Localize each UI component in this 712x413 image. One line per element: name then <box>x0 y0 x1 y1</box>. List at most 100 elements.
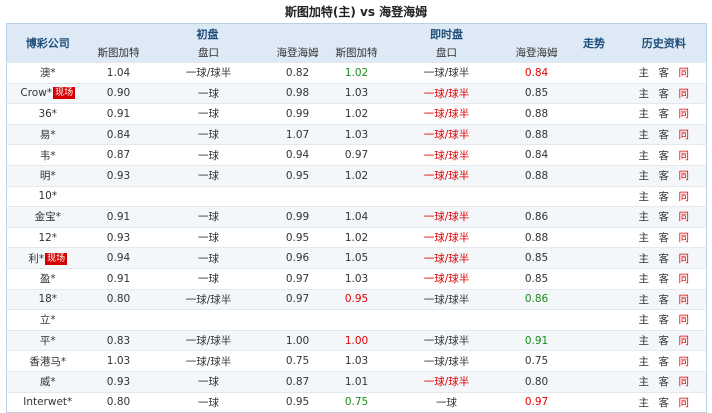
company-name[interactable]: 利* <box>28 253 44 265</box>
history-same-link[interactable]: 同 <box>674 292 694 307</box>
company-cell[interactable]: 利* 现场 <box>6 247 89 269</box>
history-away-link[interactable]: 客 <box>654 86 674 101</box>
history-away-link[interactable]: 客 <box>654 168 674 183</box>
history-away-link[interactable]: 客 <box>654 312 674 327</box>
history-home-link[interactable]: 主 <box>634 395 654 410</box>
history-away-link[interactable]: 客 <box>654 292 674 307</box>
company-name[interactable]: 易* <box>40 129 56 141</box>
history-home-link[interactable]: 主 <box>634 127 654 142</box>
company-cell[interactable]: 金宝* <box>6 206 89 228</box>
history-same-link[interactable]: 同 <box>674 374 694 389</box>
company-cell[interactable]: 香港马* <box>6 350 89 372</box>
history-same-link[interactable]: 同 <box>674 86 694 101</box>
history-same-link[interactable]: 同 <box>674 395 694 410</box>
history-home-link[interactable]: 主 <box>634 374 654 389</box>
company-cell[interactable]: 韦* <box>6 144 89 166</box>
history-away-link[interactable]: 客 <box>654 148 674 163</box>
history-away-link[interactable]: 客 <box>654 65 674 80</box>
trend-cell[interactable] <box>566 206 622 228</box>
history-home-link[interactable]: 主 <box>634 189 654 204</box>
trend-cell[interactable] <box>566 226 622 248</box>
history-home-link[interactable]: 主 <box>634 65 654 80</box>
history-away-link[interactable]: 客 <box>654 189 674 204</box>
company-cell[interactable]: 平* <box>6 329 89 351</box>
history-away-link[interactable]: 客 <box>654 374 674 389</box>
company-cell[interactable]: 盈* <box>6 267 89 290</box>
history-away-link[interactable]: 客 <box>654 209 674 224</box>
company-cell[interactable]: Crow* 现场 <box>6 82 89 104</box>
trend-cell[interactable] <box>566 82 622 104</box>
trend-cell[interactable] <box>566 62 622 84</box>
company-cell[interactable]: 36* <box>6 103 89 125</box>
history-home-link[interactable]: 主 <box>634 354 654 369</box>
trend-cell[interactable] <box>566 288 622 310</box>
history-same-link[interactable]: 同 <box>674 209 694 224</box>
trend-cell[interactable] <box>566 123 622 145</box>
history-away-link[interactable]: 客 <box>654 230 674 245</box>
company-cell[interactable]: Interwet* <box>6 391 89 413</box>
company-name[interactable]: 澳* <box>40 67 56 79</box>
company-name[interactable]: 明* <box>40 170 56 182</box>
trend-cell[interactable] <box>566 370 622 392</box>
company-name[interactable]: 韦* <box>40 150 56 162</box>
history-same-link[interactable]: 同 <box>674 354 694 369</box>
trend-cell[interactable] <box>566 247 622 269</box>
company-name[interactable]: 10* <box>38 190 57 202</box>
history-home-link[interactable]: 主 <box>634 106 654 121</box>
history-same-link[interactable]: 同 <box>674 333 694 348</box>
history-same-link[interactable]: 同 <box>674 148 694 163</box>
history-home-link[interactable]: 主 <box>634 230 654 245</box>
trend-cell[interactable] <box>566 103 622 125</box>
trend-cell[interactable] <box>566 309 622 331</box>
history-home-link[interactable]: 主 <box>634 271 654 286</box>
company-name[interactable]: Crow* <box>20 87 52 99</box>
company-name[interactable]: 香港马* <box>29 356 66 368</box>
trend-cell[interactable] <box>566 391 622 413</box>
history-away-link[interactable]: 客 <box>654 333 674 348</box>
history-away-link[interactable]: 客 <box>654 271 674 286</box>
company-cell[interactable]: 威* <box>6 370 89 392</box>
trend-cell[interactable] <box>566 267 622 290</box>
history-away-link[interactable]: 客 <box>654 106 674 121</box>
company-cell[interactable]: 明* <box>6 164 89 187</box>
history-away-link[interactable]: 客 <box>654 251 674 266</box>
history-same-link[interactable]: 同 <box>674 106 694 121</box>
history-same-link[interactable]: 同 <box>674 127 694 142</box>
history-home-link[interactable]: 主 <box>634 148 654 163</box>
trend-cell[interactable] <box>566 144 622 166</box>
history-home-link[interactable]: 主 <box>634 168 654 183</box>
company-name[interactable]: 18* <box>38 293 57 305</box>
company-name[interactable]: 平* <box>40 335 56 347</box>
history-home-link[interactable]: 主 <box>634 86 654 101</box>
trend-cell[interactable] <box>566 164 622 187</box>
history-same-link[interactable]: 同 <box>674 271 694 286</box>
history-same-link[interactable]: 同 <box>674 189 694 204</box>
history-home-link[interactable]: 主 <box>634 209 654 224</box>
company-cell[interactable]: 立* <box>6 309 89 331</box>
history-away-link[interactable]: 客 <box>654 354 674 369</box>
history-home-link[interactable]: 主 <box>634 333 654 348</box>
history-away-link[interactable]: 客 <box>654 395 674 410</box>
company-cell[interactable]: 12* <box>6 226 89 248</box>
company-name[interactable]: 金宝* <box>35 211 61 223</box>
history-same-link[interactable]: 同 <box>674 251 694 266</box>
history-home-link[interactable]: 主 <box>634 312 654 327</box>
history-same-link[interactable]: 同 <box>674 65 694 80</box>
history-same-link[interactable]: 同 <box>674 312 694 327</box>
company-name[interactable]: Interwet* <box>23 396 72 408</box>
company-name[interactable]: 盈* <box>40 273 56 285</box>
history-away-link[interactable]: 客 <box>654 127 674 142</box>
history-same-link[interactable]: 同 <box>674 230 694 245</box>
trend-cell[interactable] <box>566 185 622 207</box>
company-cell[interactable]: 10* <box>6 185 89 207</box>
trend-cell[interactable] <box>566 350 622 372</box>
history-same-link[interactable]: 同 <box>674 168 694 183</box>
company-cell[interactable]: 18* <box>6 288 89 310</box>
company-name[interactable]: 12* <box>38 232 57 244</box>
company-name[interactable]: 立* <box>40 314 56 326</box>
company-name[interactable]: 威* <box>40 376 56 388</box>
trend-cell[interactable] <box>566 329 622 351</box>
company-cell[interactable]: 澳* <box>6 62 89 84</box>
history-home-link[interactable]: 主 <box>634 251 654 266</box>
company-cell[interactable]: 易* <box>6 123 89 145</box>
